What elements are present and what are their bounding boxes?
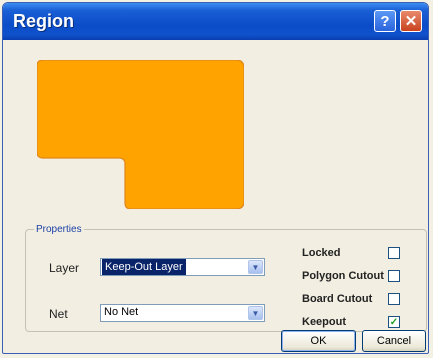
keepout-label: Keepout xyxy=(302,316,346,328)
dialog-title: Region xyxy=(13,11,74,31)
region-dialog: Region ? ✕ Properties Layer Keep-Out Lay… xyxy=(2,2,429,354)
net-select[interactable]: No Net ▼ xyxy=(100,304,265,322)
chevron-down-icon[interactable]: ▼ xyxy=(248,306,263,320)
ok-button[interactable]: OK xyxy=(281,330,356,352)
net-value: No Net xyxy=(104,306,139,318)
keepout-checkbox[interactable]: ✓ xyxy=(388,316,400,328)
polygon-cutout-label: Polygon Cutout xyxy=(302,270,384,282)
close-icon[interactable]: ✕ xyxy=(400,10,422,32)
help-icon[interactable]: ? xyxy=(374,10,396,32)
region-preview xyxy=(37,60,244,209)
chevron-down-icon[interactable]: ▼ xyxy=(248,260,263,274)
properties-group: Properties Layer Keep-Out Layer ▼ Net No… xyxy=(25,224,427,332)
layer-value: Keep-Out Layer xyxy=(102,259,186,275)
board-cutout-checkbox[interactable] xyxy=(388,293,400,305)
close-glyph: ✕ xyxy=(404,13,418,30)
check-icon: ✓ xyxy=(389,316,399,328)
properties-legend: Properties xyxy=(36,224,82,235)
cancel-button[interactable]: Cancel xyxy=(362,330,426,352)
region-shape xyxy=(37,60,244,209)
locked-label: Locked xyxy=(302,247,341,259)
title-bar[interactable]: Region ? ✕ xyxy=(3,3,428,40)
layer-select[interactable]: Keep-Out Layer ▼ xyxy=(100,258,265,276)
polygon-cutout-checkbox[interactable] xyxy=(388,270,400,282)
layer-label: Layer xyxy=(49,261,80,275)
help-glyph: ? xyxy=(380,12,390,30)
board-cutout-label: Board Cutout xyxy=(302,293,373,305)
net-label: Net xyxy=(49,307,68,321)
locked-checkbox[interactable] xyxy=(388,247,400,259)
